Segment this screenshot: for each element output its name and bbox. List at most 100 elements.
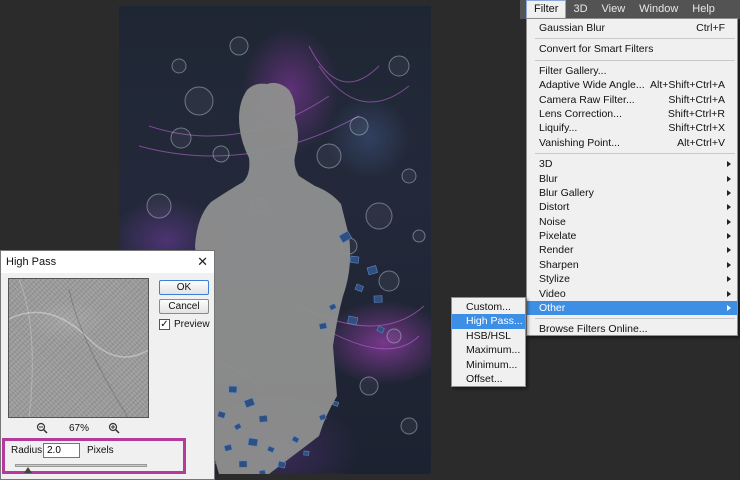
shard <box>277 460 287 469</box>
radius-input[interactable] <box>43 443 80 458</box>
menu-item-label: Render <box>539 244 574 257</box>
radius-unit: Pixels <box>87 445 114 456</box>
menu-item-label: Distort <box>539 201 570 214</box>
shard <box>258 469 267 474</box>
bubble <box>359 376 379 396</box>
shard <box>228 385 238 394</box>
menu-item-label: Gaussian Blur <box>539 22 605 34</box>
radius-highlight-box: Radius: Pixels <box>2 438 186 474</box>
menu-separator <box>535 59 735 61</box>
close-icon[interactable]: ✕ <box>197 251 208 273</box>
bubble <box>388 55 410 77</box>
shard <box>318 322 328 330</box>
ok-button[interactable]: OK <box>159 280 209 295</box>
menu-item-label: Vanishing Point... <box>539 136 620 149</box>
submenu-item-custom[interactable]: Custom... <box>452 300 525 314</box>
shard <box>366 265 379 276</box>
bubble <box>400 417 418 435</box>
shard <box>376 325 385 334</box>
menu-item-blur-gallery[interactable]: Blur Gallery <box>527 186 737 200</box>
submenu-item-maximum[interactable]: Maximum... <box>452 343 525 357</box>
submenu-item-minimum[interactable]: Minimum... <box>452 358 525 372</box>
bubble <box>212 145 230 163</box>
submenu-arrow-icon <box>727 218 731 225</box>
menu-item-label: Blur Gallery <box>539 186 594 199</box>
submenu-item-high-pass[interactable]: High Pass... <box>452 314 525 329</box>
menu-item-adaptive-wide-angle[interactable]: Adaptive Wide Angle... Alt+Shift+Ctrl+A <box>527 78 737 92</box>
dialog-title: High Pass <box>6 256 57 268</box>
menu-separator <box>535 38 735 40</box>
submenu-arrow-icon <box>727 276 731 283</box>
bubble <box>170 127 192 149</box>
submenu-arrow-icon <box>727 204 731 211</box>
bubble <box>378 270 400 292</box>
dialog-titlebar[interactable]: High Pass ✕ <box>1 251 214 273</box>
zoom-out-icon[interactable] <box>36 422 48 434</box>
radius-slider-track[interactable] <box>15 464 147 467</box>
menu-item-sharpen[interactable]: Sharpen <box>527 258 737 272</box>
menu-item-pixelate[interactable]: Pixelate <box>527 229 737 243</box>
menu-item-label: Video <box>539 287 566 300</box>
menu-item-vanishing-point[interactable]: Vanishing Point... Alt+Ctrl+V <box>527 136 737 150</box>
menu-item-distort[interactable]: Distort <box>527 200 737 214</box>
preview-label: Preview <box>174 319 210 330</box>
cancel-button[interactable]: Cancel <box>159 299 209 314</box>
filter-gallery-group: Filter Gallery... Adaptive Wide Angle... A… <box>527 64 737 150</box>
menu-item-render[interactable]: Render <box>527 243 737 257</box>
menu-item-label: Stylize <box>539 273 570 286</box>
zoom-in-icon[interactable] <box>108 422 120 434</box>
menu-item-liquify[interactable]: Liquify... Shift+Ctrl+X <box>527 121 737 135</box>
menu-item-label: Filter Gallery... <box>539 64 607 77</box>
filter-preview[interactable] <box>8 278 149 418</box>
menu-item-video[interactable]: Video <box>527 287 737 301</box>
menubar-window[interactable]: Window <box>632 0 685 19</box>
submenu-arrow-icon <box>727 247 731 254</box>
menu-item-blur[interactable]: Blur <box>527 172 737 186</box>
submenu-arrow-icon <box>727 290 731 297</box>
menu-item-label: Lens Correction... <box>539 107 622 120</box>
menu-item-last-filter[interactable]: Gaussian Blur Ctrl+F <box>527 21 737 35</box>
shard <box>303 450 310 456</box>
filter-category-group: 3D Blur Blur Gallery Distort Noise Pixelate Re… <box>527 157 737 316</box>
menu-item-browse-filters-online[interactable]: Browse Filters Online... <box>527 322 737 336</box>
bubble <box>316 143 342 169</box>
shard <box>247 437 259 447</box>
menu-item-noise[interactable]: Noise <box>527 215 737 229</box>
menu-item-camera-raw-filter[interactable]: Camera Raw Filter... Shift+Ctrl+A <box>527 93 737 107</box>
menu-item-other[interactable]: Other <box>527 301 737 316</box>
menu-separator <box>535 318 735 320</box>
submenu-arrow-icon <box>727 305 731 312</box>
menu-item-lens-correction[interactable]: Lens Correction... Shift+Ctrl+R <box>527 107 737 121</box>
high-pass-dialog: High Pass ✕ OK Cancel ✓ Preview 67% Radi… <box>0 250 215 480</box>
shortcut-label: Ctrl+F <box>696 22 725 34</box>
preview-checkbox[interactable]: ✓ <box>159 319 170 330</box>
menu-item-label: Sharpen <box>539 258 579 271</box>
menu-item-label: Noise <box>539 215 566 228</box>
submenu-item-hsb-hsl[interactable]: HSB/HSL <box>452 329 525 343</box>
bubble <box>349 116 369 136</box>
shard <box>238 460 248 468</box>
menu-item-label: Blur <box>539 172 558 185</box>
filter-menu: Gaussian Blur Ctrl+F Convert for Smart F… <box>526 18 738 336</box>
shard <box>347 315 359 326</box>
submenu-arrow-icon <box>727 261 731 268</box>
shortcut-label: Shift+Ctrl+R <box>667 107 725 120</box>
menubar-help[interactable]: Help <box>685 0 722 19</box>
menubar-3d[interactable]: 3D <box>566 0 594 19</box>
menu-separator <box>535 153 735 155</box>
menu-item-label: Camera Raw Filter... <box>539 93 635 106</box>
shard <box>349 255 360 264</box>
menu-item-convert-smart-filters[interactable]: Convert for Smart Filters <box>527 42 737 56</box>
menu-item-stylize[interactable]: Stylize <box>527 272 737 286</box>
submenu-item-offset[interactable]: Offset... <box>452 372 525 386</box>
radius-slider-thumb[interactable] <box>24 467 33 473</box>
menu-item-3d[interactable]: 3D <box>527 157 737 171</box>
shard <box>332 400 340 407</box>
bubble <box>412 229 426 243</box>
menubar-filter[interactable]: Filter <box>526 0 567 19</box>
menu-item-label: 3D <box>539 158 553 171</box>
bubble <box>229 36 249 56</box>
bubble <box>401 168 417 184</box>
menubar-view[interactable]: View <box>595 0 633 19</box>
menu-item-filter-gallery[interactable]: Filter Gallery... <box>527 64 737 78</box>
